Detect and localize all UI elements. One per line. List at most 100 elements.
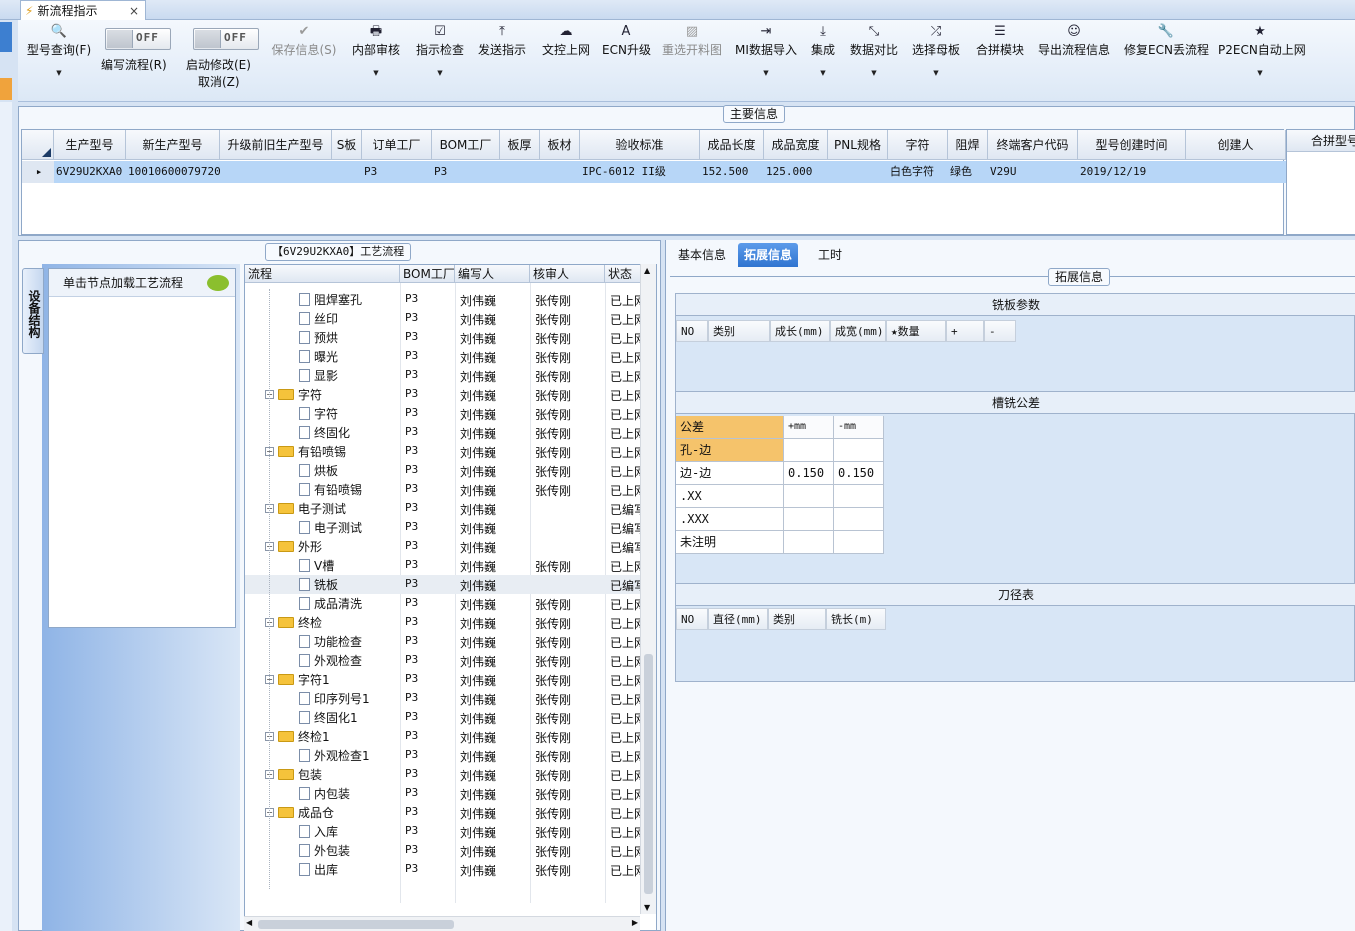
tree-node[interactable]: − 电子测试 <box>265 500 346 517</box>
tree-node[interactable]: 曝光 <box>299 348 338 365</box>
tree-row[interactable]: 字符 P3 刘伟巍 张传刚 已上网 <box>245 404 645 423</box>
tree-row[interactable]: 外包装 P3 刘伟巍 张传刚 已上网 <box>245 841 645 860</box>
grid-cell-9[interactable]: 152.500 <box>700 161 764 183</box>
tol-cell[interactable] <box>834 531 884 554</box>
grid-cell-8[interactable]: IPC-6012 II级 <box>580 161 700 183</box>
tree-node[interactable]: 烘板 <box>299 462 338 479</box>
grid-cell-15[interactable]: 2019/12/19 <box>1078 161 1186 183</box>
tool-col-0[interactable]: NO <box>676 608 708 630</box>
mi-import-button[interactable]: ⇥ MI数据导入 ▼ <box>734 21 798 77</box>
tol-cell[interactable] <box>784 508 834 531</box>
tree-node[interactable]: 终固化1 <box>299 709 358 726</box>
tree-row[interactable]: −有铅喷锡 P3 刘伟巍 张传刚 已上网 <box>245 442 645 461</box>
tol-cell[interactable]: .XXX <box>676 508 784 531</box>
tree-row[interactable]: 丝印 P3 刘伟巍 张传刚 已上网 <box>245 309 645 328</box>
tol-header-0[interactable]: 公差 <box>676 416 784 439</box>
tree-node[interactable]: 外包装 <box>299 842 350 859</box>
chevron-down-icon[interactable]: ▼ <box>414 69 466 77</box>
tab-new-flow[interactable]: ⚡ 新流程指示 × <box>20 0 146 20</box>
tab-2[interactable]: 工时 <box>812 243 848 267</box>
close-icon[interactable]: × <box>129 4 139 18</box>
grid-header-13[interactable]: 阻焊 <box>948 130 988 160</box>
mill-col-1[interactable]: 类别 <box>708 320 770 342</box>
tree-row[interactable]: 烘板 P3 刘伟巍 张传刚 已上网 <box>245 461 645 480</box>
mill-col-4[interactable]: ★数量 <box>886 320 946 342</box>
send-instruction-button[interactable]: ⤒ 发送指示 <box>476 21 528 57</box>
grid-header-1[interactable]: 新生产型号 <box>126 130 220 160</box>
integrate-button[interactable]: ⤓ 集成 ▼ <box>810 21 836 77</box>
chevron-down-icon[interactable]: ▼ <box>734 69 798 77</box>
tol-cell[interactable] <box>834 485 884 508</box>
grid-header-12[interactable]: 字符 <box>888 130 948 160</box>
chevron-down-icon[interactable]: ▼ <box>24 69 94 77</box>
grid-header-3[interactable]: S板 <box>332 130 362 160</box>
scroll-up-icon[interactable]: ▲ <box>644 266 650 275</box>
tree-row[interactable]: −电子测试 P3 刘伟巍 已编写 <box>245 499 645 518</box>
grid-cell-14[interactable]: V29U <box>988 161 1078 183</box>
start-modify-toggle[interactable]: OFF <box>193 28 259 50</box>
tree-node[interactable]: − 终检1 <box>265 728 330 745</box>
grid-header-6[interactable]: 板厚 <box>500 130 540 160</box>
tab-0[interactable]: 基本信息 <box>672 243 732 267</box>
grid-cell-5[interactable]: P3 <box>432 161 500 183</box>
scroll-left-icon[interactable]: ◀ <box>246 918 252 927</box>
tree-node[interactable]: 内包装 <box>299 785 350 802</box>
tree-row[interactable]: −字符 P3 刘伟巍 张传刚 已上网 <box>245 385 645 404</box>
tol-cell[interactable] <box>784 439 834 462</box>
tree-row[interactable]: 外观检查1 P3 刘伟巍 张传刚 已上网 <box>245 746 645 765</box>
tree-vertical-scrollbar[interactable]: ▲ ▼ <box>640 264 656 914</box>
grid-cell-3[interactable] <box>332 161 362 183</box>
chevron-down-icon[interactable]: ▼ <box>910 69 962 77</box>
tree-row[interactable]: 曝光 P3 刘伟巍 张传刚 已上网 <box>245 347 645 366</box>
mill-col-0[interactable]: NO <box>676 320 708 342</box>
tol-header-1[interactable]: +mm <box>784 416 834 439</box>
tol-cell[interactable]: 孔-边 <box>676 439 784 462</box>
chevron-down-icon[interactable]: ▼ <box>848 69 900 77</box>
tree-node[interactable]: 入库 <box>299 823 338 840</box>
tree-row[interactable]: −外形 P3 刘伟巍 已编写 <box>245 537 645 556</box>
grid-cell-13[interactable]: 绿色 <box>948 161 988 183</box>
tree-row[interactable]: 阻焊塞孔 P3 刘伟巍 张传刚 已上网 <box>245 290 645 309</box>
grid-header-16[interactable]: 创建人 <box>1186 130 1286 160</box>
tol-cell[interactable]: .XX <box>676 485 784 508</box>
tree-node[interactable]: 丝印 <box>299 310 338 327</box>
tree-node[interactable]: 预烘 <box>299 329 338 346</box>
tree-node[interactable]: 显影 <box>299 367 338 384</box>
tab-1[interactable]: 拓展信息 <box>738 243 799 267</box>
write-flow-toggle[interactable]: OFF <box>105 28 171 50</box>
tool-col-2[interactable]: 类别 <box>768 608 826 630</box>
tree-node[interactable]: 功能检查 <box>299 633 362 650</box>
side-tab-equipment[interactable]: 设备结构 <box>22 268 44 354</box>
tree-row[interactable]: −成品仓 P3 刘伟巍 张传刚 已上网 <box>245 803 645 822</box>
tree-node[interactable]: 印序列号1 <box>299 690 370 707</box>
grid-header-5[interactable]: BOM工厂 <box>432 130 500 160</box>
scroll-thumb[interactable] <box>644 654 653 894</box>
tree-row[interactable]: 功能检查 P3 刘伟巍 张传刚 已上网 <box>245 632 645 651</box>
tree-row[interactable]: 有铅喷锡 P3 刘伟巍 张传刚 已上网 <box>245 480 645 499</box>
tree-row[interactable]: 内包装 P3 刘伟巍 张传刚 已上网 <box>245 784 645 803</box>
fix-ecn-button[interactable]: 🔧 修复ECN丢流程 <box>1124 21 1209 57</box>
tree-node[interactable]: − 成品仓 <box>265 804 334 821</box>
grid-header-15[interactable]: 型号创建时间 <box>1078 130 1186 160</box>
tree-row[interactable]: 终固化 P3 刘伟巍 张传刚 已上网 <box>245 423 645 442</box>
tree-node[interactable]: 字符 <box>299 405 338 422</box>
tol-cell[interactable] <box>784 485 834 508</box>
data-compare-button[interactable]: ⤡ 数据对比 ▼ <box>848 21 900 77</box>
tree-row[interactable]: −终检 P3 刘伟巍 张传刚 已上网 <box>245 613 645 632</box>
grid-header-10[interactable]: 成品宽度 <box>764 130 828 160</box>
tree-node[interactable]: − 终检 <box>265 614 322 631</box>
tree-row[interactable]: 终固化1 P3 刘伟巍 张传刚 已上网 <box>245 708 645 727</box>
tol-cell[interactable]: 边-边 <box>676 462 784 485</box>
tree-row[interactable]: 入库 P3 刘伟巍 张传刚 已上网 <box>245 822 645 841</box>
tree-row[interactable]: −字符1 P3 刘伟巍 张传刚 已上网 <box>245 670 645 689</box>
grid-header-0[interactable]: 生产型号 <box>54 130 126 160</box>
instruction-check-button[interactable]: ☑ 指示检查 ▼ <box>414 21 466 77</box>
grid-header-11[interactable]: PNL规格 <box>828 130 888 160</box>
tool-col-1[interactable]: 直径(mm) <box>708 608 768 630</box>
scroll-right-icon[interactable]: ▶ <box>632 918 638 927</box>
tree-node[interactable]: 出库 <box>299 861 338 878</box>
tree-row[interactable]: V槽 P3 刘伟巍 张传刚 已上网 <box>245 556 645 575</box>
p2ecn-button[interactable]: ★ P2ECN自动上网 ▼ <box>1218 21 1306 77</box>
tol-cell[interactable]: 0.150 <box>784 462 834 485</box>
mill-col-6[interactable]: - <box>984 320 1016 342</box>
